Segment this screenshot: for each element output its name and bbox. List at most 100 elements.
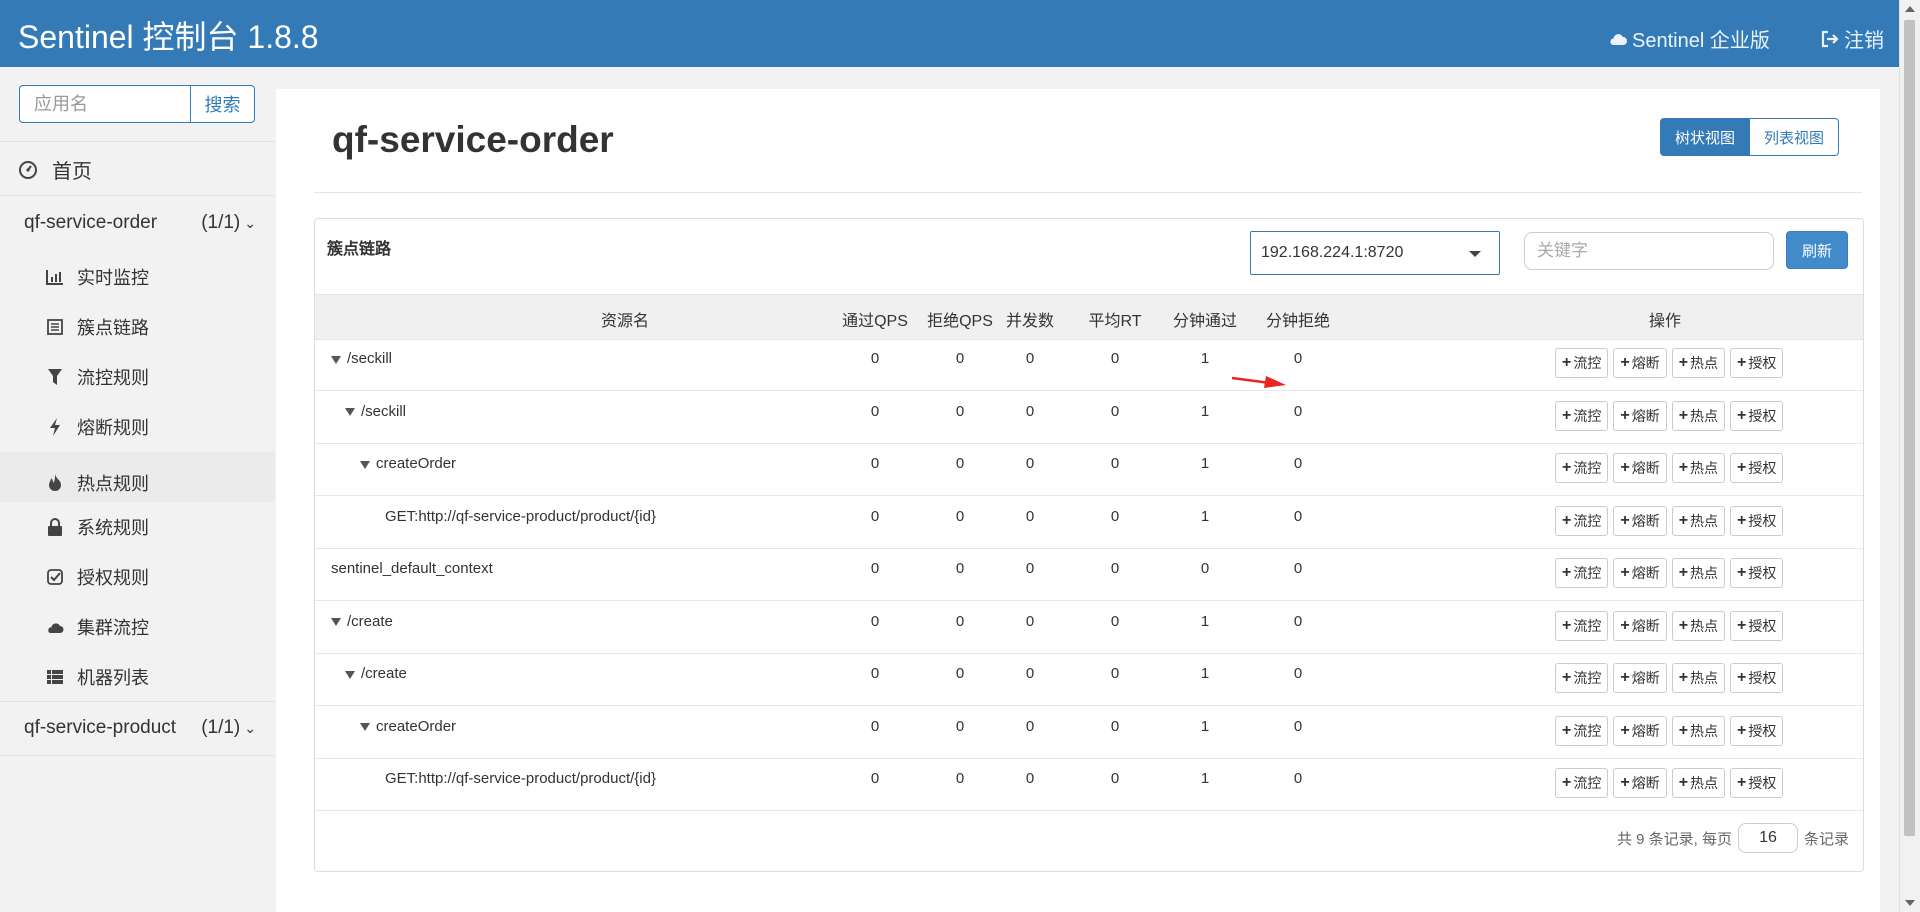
add-authority-rule-button[interactable]: + 授权 <box>1730 768 1784 798</box>
sidebar-item-authority-rules[interactable]: 授权规则 <box>45 564 149 590</box>
action-label: 熔断 <box>1631 565 1660 581</box>
add-hot-param-rule-button[interactable]: + 热点 <box>1671 453 1726 483</box>
add-degrade-rule-button[interactable]: + 熔断 <box>1613 400 1667 431</box>
add-authority-rule-button[interactable]: + 授权 <box>1730 610 1784 641</box>
plus-icon: + <box>1678 669 1689 686</box>
add-hot-param-rule-button[interactable]: + 热点 <box>1671 715 1726 746</box>
add-authority-rule-button[interactable]: + 授权 <box>1730 348 1784 378</box>
sidebar-item-cluster-point-link[interactable]: 簇点链路 <box>45 314 149 340</box>
action-label: 热点 <box>1690 722 1719 739</box>
logout-link[interactable]: 注销 <box>1820 24 1884 53</box>
add-authority-rule-button[interactable]: + 授权 <box>1730 400 1784 431</box>
action-label: 熔断 <box>1631 722 1660 739</box>
sidebar-app-order[interactable]: qf-service-order (1/1) ⌄ <box>24 212 256 234</box>
plus-icon: + <box>1620 564 1630 581</box>
add-degrade-rule-button[interactable]: + 熔断 <box>1613 453 1667 483</box>
cell-threads: 0 <box>1025 717 1035 735</box>
add-degrade-rule-button[interactable]: + 熔断 <box>1613 663 1667 693</box>
plus-icon: + <box>1737 459 1747 476</box>
app-search-button[interactable]: 搜索 <box>190 85 255 123</box>
add-hot-param-rule-button[interactable]: + 热点 <box>1671 400 1726 431</box>
add-degrade-rule-button[interactable]: + 熔断 <box>1613 558 1667 588</box>
machine-select[interactable]: 192.168.224.1:8720 <box>1250 231 1500 275</box>
resource-cell: sentinel_default_context <box>331 560 493 577</box>
sidebar-app-product[interactable]: qf-service-product (1/1) ⌄ <box>24 717 256 739</box>
menu-label: 实时监控 <box>77 268 149 288</box>
cell-min-block: 0 <box>1293 507 1303 525</box>
table-row: createOrder 0 0 0 0 1 0 + 流控 + 熔断 + 热点 + 授权 <box>315 706 1863 759</box>
dashboard-icon <box>19 160 37 179</box>
chevron-down-icon: ⌄ <box>244 719 256 736</box>
keyword-input[interactable] <box>1524 232 1774 270</box>
add-hot-param-rule-button[interactable]: + 热点 <box>1671 610 1726 641</box>
sidebar: 搜索 首页 qf-service-order (1/1) ⌄ 实时监控 簇点链路… <box>0 67 275 912</box>
sidebar-item-machine-list[interactable]: 机器列表 <box>45 664 149 690</box>
add-authority-rule-button[interactable]: + 授权 <box>1730 663 1784 693</box>
list-view-button[interactable]: 列表视图 <box>1750 118 1840 156</box>
cell-threads: 0 <box>1025 612 1035 630</box>
list-icon <box>45 317 65 337</box>
add-authority-rule-button[interactable]: + 授权 <box>1730 505 1784 536</box>
add-authority-rule-button[interactable]: + 授权 <box>1730 453 1784 483</box>
resource-cell: /create <box>345 665 407 682</box>
sidebar-item-degrade-rules[interactable]: 熔断规则 <box>45 414 149 440</box>
sidebar-item-realtime-monitor[interactable]: 实时监控 <box>45 264 149 290</box>
add-hot-param-rule-button[interactable]: + 热点 <box>1671 768 1726 798</box>
sidebar-item-flow-rules[interactable]: 流控规则 <box>45 364 149 390</box>
add-flow-rule-button[interactable]: + 流控 <box>1555 453 1609 483</box>
enterprise-link[interactable]: Sentinel 企业版 <box>1608 24 1770 53</box>
add-hot-param-rule-button[interactable]: + 热点 <box>1671 558 1726 588</box>
add-degrade-rule-button[interactable]: + 熔断 <box>1613 715 1667 746</box>
fire-icon <box>45 473 65 493</box>
scroll-down-arrow-icon[interactable] <box>1905 900 1915 906</box>
add-degrade-rule-button[interactable]: + 熔断 <box>1613 610 1667 641</box>
action-label: 熔断 <box>1631 355 1660 371</box>
add-degrade-rule-button[interactable]: + 熔断 <box>1613 505 1667 536</box>
add-flow-rule-button[interactable]: + 流控 <box>1555 505 1609 536</box>
sidebar-divider <box>0 701 275 702</box>
add-authority-rule-button[interactable]: + 授权 <box>1730 558 1784 588</box>
page-size-input[interactable] <box>1737 823 1798 853</box>
tree-toggle-icon[interactable] <box>345 670 355 679</box>
add-degrade-rule-button[interactable]: + 熔断 <box>1613 348 1667 378</box>
tree-toggle-icon[interactable] <box>331 355 341 364</box>
add-flow-rule-button[interactable]: + 流控 <box>1555 400 1609 431</box>
tree-view-button[interactable]: 树状视图 <box>1660 118 1751 156</box>
add-authority-rule-button[interactable]: + 授权 <box>1730 715 1784 746</box>
tree-toggle-icon[interactable] <box>360 723 370 731</box>
brand-title[interactable]: Sentinel 控制台 1.8.8 <box>18 12 319 58</box>
tree-toggle-icon[interactable] <box>331 618 341 626</box>
add-flow-rule-button[interactable]: + 流控 <box>1555 348 1609 378</box>
refresh-button[interactable]: 刷新 <box>1786 231 1848 269</box>
page-scrollbar[interactable] <box>1899 0 1920 912</box>
resource-name: /create <box>347 612 393 630</box>
plus-icon: + <box>1620 406 1630 424</box>
plus-icon: + <box>1562 406 1572 424</box>
th-list-icon <box>45 667 65 687</box>
bar-chart-icon <box>45 267 65 287</box>
app-search-input[interactable] <box>19 85 190 123</box>
cell-min-pass: 1 <box>1200 665 1210 682</box>
add-flow-rule-button[interactable]: + 流控 <box>1555 715 1609 746</box>
sidebar-item-hot-param-rules[interactable]: 热点规则 <box>0 452 275 502</box>
cell-avg-rt: 0 <box>1110 455 1120 472</box>
add-flow-rule-button[interactable]: + 流控 <box>1555 558 1609 588</box>
add-hot-param-rule-button[interactable]: + 热点 <box>1671 348 1726 378</box>
add-hot-param-rule-button[interactable]: + 热点 <box>1671 505 1726 536</box>
sidebar-item-cluster-flow[interactable]: 集群流控 <box>45 614 149 640</box>
sidebar-item-system-rules[interactable]: 系统规则 <box>45 514 149 540</box>
sidebar-item-home[interactable]: 首页 <box>18 155 92 184</box>
action-label: 授权 <box>1748 617 1777 634</box>
cell-block-qps: 0 <box>955 560 965 577</box>
add-hot-param-rule-button[interactable]: + 热点 <box>1671 663 1726 693</box>
tree-toggle-icon[interactable] <box>360 460 370 469</box>
scroll-up-arrow-icon[interactable] <box>1905 6 1915 12</box>
add-degrade-rule-button[interactable]: + 熔断 <box>1613 768 1667 798</box>
scroll-thumb[interactable] <box>1904 20 1915 836</box>
add-flow-rule-button[interactable]: + 流控 <box>1555 768 1609 798</box>
add-flow-rule-button[interactable]: + 流控 <box>1555 610 1609 641</box>
tree-toggle-icon[interactable] <box>345 408 355 416</box>
resource-cell: /seckill <box>345 403 406 420</box>
cell-block-qps: 0 <box>955 717 965 735</box>
add-flow-rule-button[interactable]: + 流控 <box>1555 663 1609 693</box>
